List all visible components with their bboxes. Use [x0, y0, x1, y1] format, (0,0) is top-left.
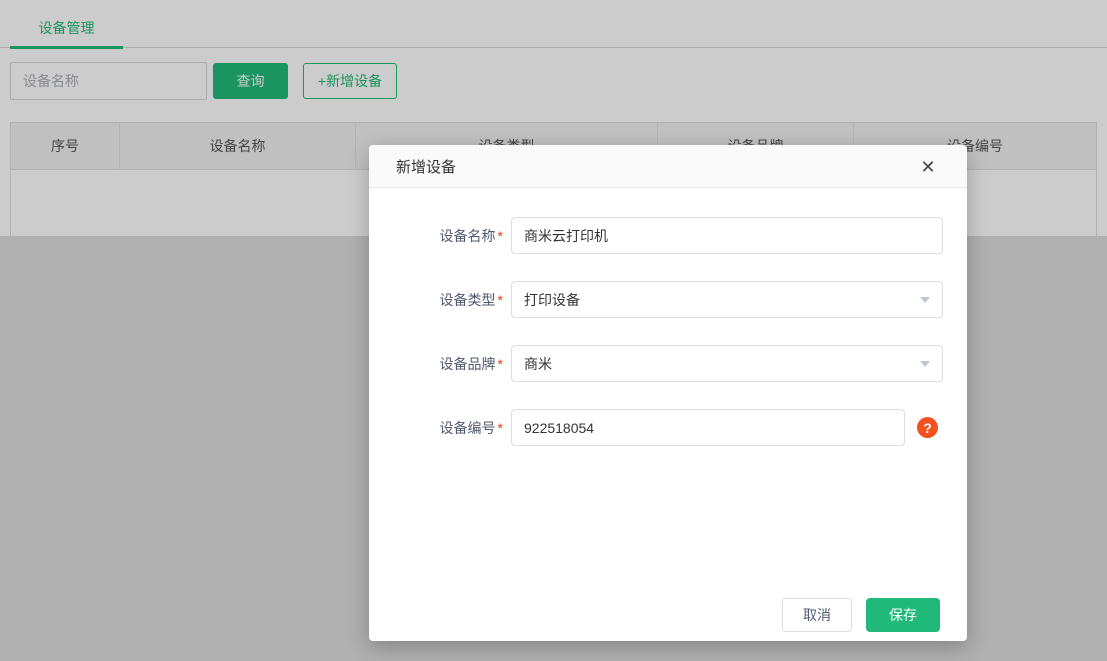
device-brand-select[interactable]: 商米: [511, 345, 943, 382]
device-brand-label: 设备品牌*: [369, 354, 503, 374]
device-type-label: 设备类型*: [369, 290, 503, 310]
device-brand-selected-value: 商米: [524, 354, 552, 374]
device-name-label: 设备名称*: [369, 226, 503, 246]
device-number-input[interactable]: [511, 409, 905, 446]
add-device-modal: 新增设备 ✕ 设备名称* 设备类型* 打印设备: [369, 145, 967, 641]
device-name-field-wrap: [511, 217, 943, 254]
label-text: 设备名称: [440, 228, 496, 244]
modal-body: 设备名称* 设备类型* 打印设备 设备品牌*: [369, 188, 967, 446]
device-type-selected-value: 打印设备: [524, 290, 580, 310]
label-text: 设备品牌: [440, 356, 496, 372]
device-type-field-wrap: 打印设备: [511, 281, 943, 318]
device-type-select[interactable]: 打印设备: [511, 281, 943, 318]
device-management-page: 设备管理 查询 +新增设备 序号 设备名称 设备类型 设备品牌 设备编号 新增设…: [0, 0, 1107, 661]
help-icon[interactable]: ?: [917, 417, 938, 438]
device-brand-field-wrap: 商米: [511, 345, 943, 382]
label-text: 设备类型: [440, 292, 496, 308]
close-icon[interactable]: ✕: [917, 156, 939, 178]
device-name-input[interactable]: [511, 217, 943, 254]
required-asterisk: *: [498, 420, 503, 436]
label-text: 设备编号: [440, 420, 496, 436]
modal-title: 新增设备: [396, 156, 456, 177]
required-asterisk: *: [498, 228, 503, 244]
form-row-device-brand: 设备品牌* 商米: [369, 345, 967, 382]
form-row-device-type: 设备类型* 打印设备: [369, 281, 967, 318]
form-row-device-number: 设备编号* ?: [369, 409, 967, 446]
save-button[interactable]: 保存: [866, 598, 940, 632]
cancel-button[interactable]: 取消: [782, 598, 852, 632]
device-number-label: 设备编号*: [369, 418, 503, 438]
modal-header: 新增设备 ✕: [369, 145, 967, 188]
chevron-down-icon: [920, 361, 930, 367]
device-number-field-wrap: ?: [511, 409, 938, 446]
required-asterisk: *: [498, 292, 503, 308]
required-asterisk: *: [498, 356, 503, 372]
modal-footer: 取消 保存: [782, 598, 940, 632]
chevron-down-icon: [920, 297, 930, 303]
form-row-device-name: 设备名称*: [369, 217, 967, 254]
